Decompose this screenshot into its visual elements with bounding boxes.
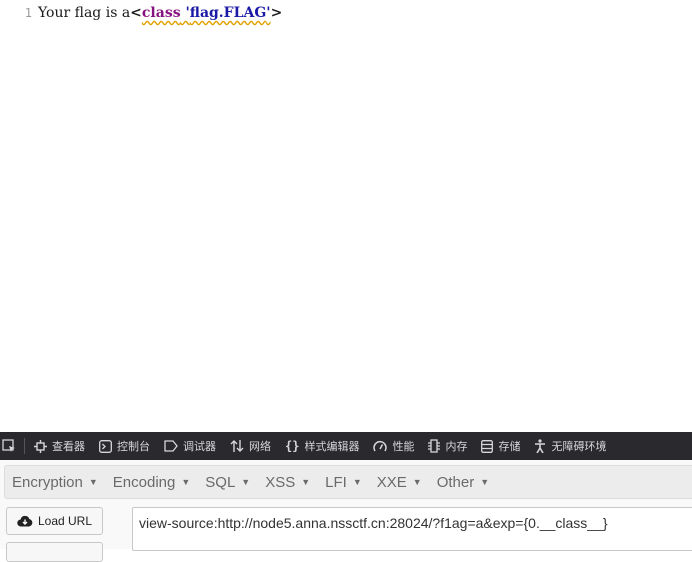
hackbar-menu-group: Encryption ▼ Encoding ▼ SQL ▼ XSS ▼ LFI ▼ XXE… xyxy=(4,465,692,499)
menu-lfi-label: LFI xyxy=(325,473,347,491)
attr-value: flag.FLAG xyxy=(189,5,267,21)
network-icon xyxy=(230,440,244,452)
load-url-label: Load URL xyxy=(37,514,93,528)
menu-sql-label: SQL xyxy=(205,473,236,491)
tab-accessibility[interactable]: 无障碍环境 xyxy=(527,432,613,460)
pick-element-icon xyxy=(2,439,15,452)
tab-debugger-label: 调试器 xyxy=(183,440,216,453)
caret-down-icon: ▼ xyxy=(480,477,490,487)
tab-network[interactable]: 网络 xyxy=(223,432,278,460)
source-text: Your flag is a xyxy=(38,5,131,21)
memory-chip-icon xyxy=(428,439,441,453)
menu-encryption[interactable]: Encryption ▼ xyxy=(5,474,106,491)
tag-name: class xyxy=(141,5,181,21)
menu-xss-label: XSS xyxy=(265,473,296,491)
tab-network-label: 网络 xyxy=(249,440,271,453)
caret-down-icon: ▼ xyxy=(352,477,362,487)
cloud-download-icon xyxy=(17,515,33,527)
split-url-button[interactable] xyxy=(6,542,103,562)
tab-storage[interactable]: 存储 xyxy=(474,432,527,460)
url-input[interactable]: view-source:http://node5.anna.nssctf.cn:… xyxy=(132,507,692,551)
tag-open-bracket: < xyxy=(130,5,142,21)
tab-style-editor[interactable]: {} 样式编辑器 xyxy=(278,432,366,460)
braces-icon: {} xyxy=(285,439,300,453)
devtools-toolbar: 查看器 控制台 调试器 网络 {} 样式编辑器 性能 内存 存储 无障碍环境 xyxy=(0,432,692,460)
view-source-pane: 1 Your flag is a < class ' flag.FLAG ' > xyxy=(0,0,692,432)
tab-console-label: 控制台 xyxy=(117,440,150,453)
caret-down-icon: ▼ xyxy=(181,477,191,487)
load-url-button[interactable]: Load URL xyxy=(6,507,103,535)
menu-encoding[interactable]: Encoding ▼ xyxy=(106,474,198,491)
tab-storage-label: 存储 xyxy=(498,440,521,453)
tag-close-bracket: > xyxy=(270,5,283,21)
caret-down-icon: ▼ xyxy=(412,477,422,487)
menu-encoding-label: Encoding xyxy=(112,473,176,491)
caret-down-icon: ▼ xyxy=(241,477,251,487)
menu-encryption-label: Encryption xyxy=(12,473,83,491)
tab-performance-label: 性能 xyxy=(392,440,415,453)
hackbar-url-row: Load URL view-source:http://node5.anna.n… xyxy=(0,500,692,562)
tab-memory[interactable]: 内存 xyxy=(421,432,474,460)
menu-xss[interactable]: XSS ▼ xyxy=(258,474,318,491)
inspector-icon xyxy=(34,439,47,453)
tab-performance[interactable]: 性能 xyxy=(366,432,421,460)
gauge-icon xyxy=(373,441,388,452)
debugger-icon xyxy=(164,440,178,452)
menu-lfi[interactable]: LFI ▼ xyxy=(318,474,370,491)
tab-memory-label: 内存 xyxy=(445,440,468,453)
source-line: 1 Your flag is a < class ' flag.FLAG ' > xyxy=(0,5,283,25)
pick-element-button[interactable] xyxy=(0,432,22,460)
storage-icon xyxy=(481,439,494,453)
tab-accessibility-label: 无障碍环境 xyxy=(551,440,607,453)
hackbar-menu-bar: Encryption ▼ Encoding ▼ SQL ▼ XSS ▼ LFI ▼ XXE… xyxy=(0,460,692,501)
menu-xxe[interactable]: XXE ▼ xyxy=(370,474,430,491)
attr-quote-open: ' xyxy=(180,5,190,21)
tab-inspector-label: 查看器 xyxy=(52,440,85,453)
menu-other-label: Other xyxy=(436,473,475,491)
caret-down-icon: ▼ xyxy=(88,477,98,487)
tab-console[interactable]: 控制台 xyxy=(92,432,157,460)
menu-sql[interactable]: SQL ▼ xyxy=(198,474,258,491)
accessibility-icon xyxy=(535,439,546,453)
tab-debugger[interactable]: 调试器 xyxy=(157,432,223,460)
line-number: 1 xyxy=(24,6,32,20)
toolbar-divider xyxy=(24,438,25,454)
tab-inspector[interactable]: 查看器 xyxy=(27,432,92,460)
tab-style-editor-label: 样式编辑器 xyxy=(304,440,360,453)
menu-other[interactable]: Other ▼ xyxy=(430,474,497,491)
caret-down-icon: ▼ xyxy=(301,477,311,487)
menu-xxe-label: XXE xyxy=(376,473,407,491)
console-icon xyxy=(99,439,112,453)
